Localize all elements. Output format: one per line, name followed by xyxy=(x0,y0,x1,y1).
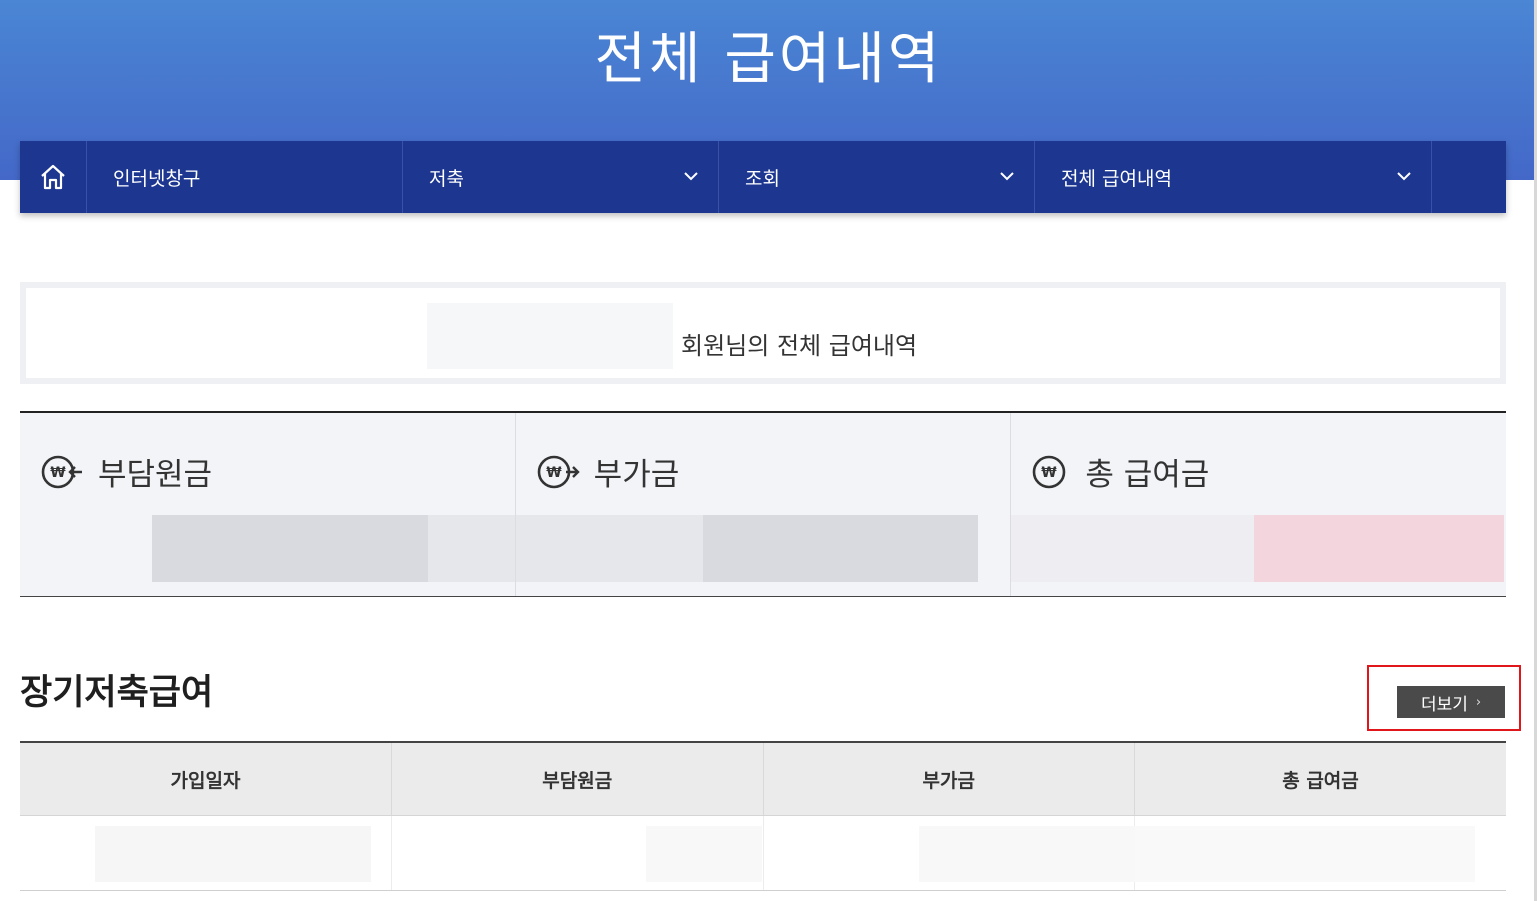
svg-text:₩: ₩ xyxy=(50,465,66,481)
chevron-down-icon xyxy=(1397,172,1411,181)
cell-redacted xyxy=(918,826,1135,882)
won-out-icon: ₩ xyxy=(537,455,580,488)
table-row xyxy=(20,815,1506,891)
member-summary-box: 회원님의 전체 급여내역 xyxy=(20,282,1506,384)
amount-redacted xyxy=(428,515,515,582)
summary-card-additional: ₩ 부가금 xyxy=(515,413,1012,596)
column-header: 총 급여금 xyxy=(1134,741,1506,816)
breadcrumb-label: 전체 급여내역 xyxy=(1061,167,1172,190)
won-in-icon: ₩ xyxy=(41,455,82,488)
breadcrumb-end xyxy=(1432,141,1506,213)
column-header: 가입일자 xyxy=(20,741,392,816)
summary-cards: ₩ 부담원금 ₩ 부가금 ₩ 총 급여금 xyxy=(20,411,1506,597)
amount-redacted xyxy=(1011,515,1255,582)
won-icon: ₩ xyxy=(1033,455,1066,488)
summary-card-principal: ₩ 부담원금 xyxy=(20,413,516,596)
table-cell xyxy=(1134,815,1506,891)
cell-redacted xyxy=(1135,826,1475,882)
cell-redacted xyxy=(95,826,371,882)
breadcrumb-dropdown-savings[interactable]: 저축 xyxy=(403,141,719,213)
benefits-table: 가입일자 부담원금 부가금 총 급여금 xyxy=(20,741,1506,891)
svg-text:₩: ₩ xyxy=(546,465,562,481)
home-button[interactable] xyxy=(20,141,87,213)
home-icon xyxy=(41,164,65,190)
svg-text:₩: ₩ xyxy=(1042,465,1058,481)
more-button[interactable]: 더보기 › xyxy=(1397,686,1505,718)
column-header: 부가금 xyxy=(763,741,1135,816)
chevron-down-icon xyxy=(1000,172,1014,181)
chevron-down-icon xyxy=(684,172,698,181)
member-name-redacted xyxy=(427,303,673,369)
member-summary-text: 회원님의 전체 급여내역 xyxy=(681,332,918,360)
breadcrumb-label: 저축 xyxy=(429,167,464,190)
breadcrumb: 인터넷창구 저축 조회 전체 급여내역 xyxy=(20,141,1506,213)
summary-card-total: ₩ 총 급여금 xyxy=(1011,413,1506,596)
amount-redacted xyxy=(152,515,428,582)
page-title: 전체 급여내역 xyxy=(594,27,943,92)
amount-redacted xyxy=(702,515,978,582)
summary-card-label: 부담원금 xyxy=(98,457,213,493)
table-cell xyxy=(391,815,764,891)
breadcrumb-item-internet-window[interactable]: 인터넷창구 xyxy=(87,141,403,213)
amount-redacted xyxy=(1254,515,1505,582)
table-cell xyxy=(20,815,392,891)
summary-card-label: 부가금 xyxy=(593,457,680,493)
table-cell xyxy=(763,815,1135,891)
breadcrumb-dropdown-inquiry[interactable]: 조회 xyxy=(719,141,1035,213)
breadcrumb-dropdown-benefits[interactable]: 전체 급여내역 xyxy=(1035,141,1432,213)
summary-card-label: 총 급여금 xyxy=(1085,457,1210,493)
chevron-right-icon: › xyxy=(1475,694,1482,710)
cell-redacted xyxy=(646,826,762,882)
table-header-row: 가입일자 부담원금 부가금 총 급여금 xyxy=(20,741,1506,816)
column-header: 부담원금 xyxy=(391,741,764,816)
breadcrumb-label: 조회 xyxy=(745,167,780,190)
breadcrumb-label: 인터넷창구 xyxy=(113,167,201,190)
section-title: 장기저축급여 xyxy=(20,673,214,713)
more-button-label: 더보기 xyxy=(1420,694,1468,715)
amount-redacted xyxy=(515,515,703,582)
